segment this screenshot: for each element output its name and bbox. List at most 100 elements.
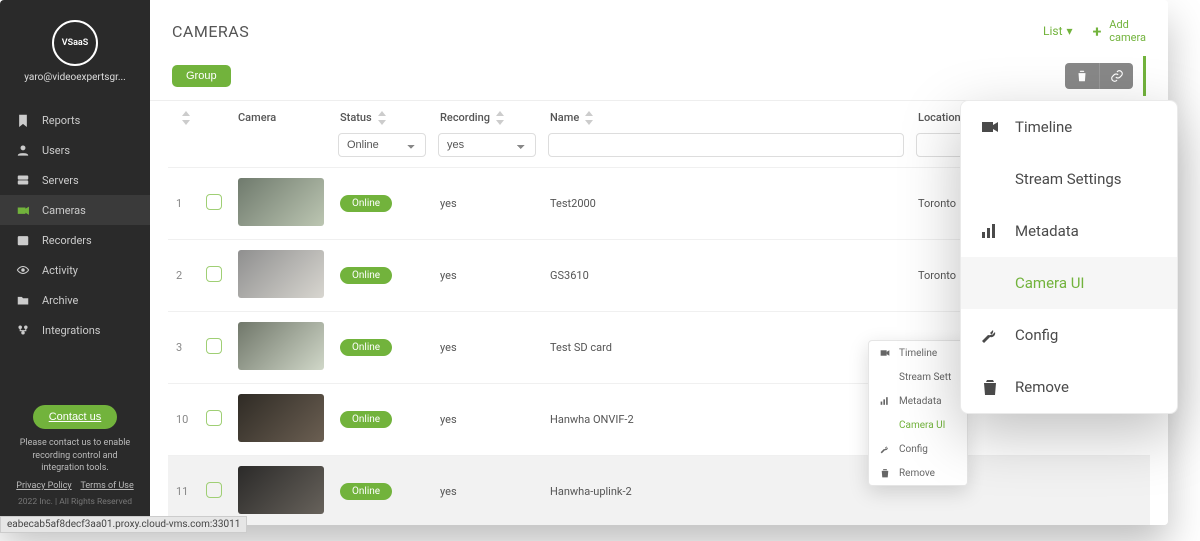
col-recording: Recording (440, 111, 490, 124)
toolbar: Group (150, 56, 1168, 101)
col-location: Location (918, 111, 961, 124)
sort-index[interactable] (182, 111, 190, 125)
status-badge: Online (340, 267, 392, 284)
recorder-icon (16, 233, 30, 247)
cell-recording: yes (432, 168, 542, 240)
row-index: 3 (168, 312, 198, 384)
brand-logo: VSaaS (52, 20, 98, 66)
logo-block: VSaaS yaro@videoexpertsgr... (0, 0, 150, 93)
sidebar-item-label: Servers (42, 174, 79, 187)
sidebar-item-cameras[interactable]: Cameras (0, 195, 150, 225)
filter-recording[interactable]: yes (438, 133, 536, 157)
gear-icon (879, 371, 891, 383)
context-item-remove[interactable]: Remove (961, 361, 1177, 413)
copyright: 2022 Inc. | All Rights Reserved (12, 497, 138, 507)
sidebar: VSaaS yaro@videoexpertsgr... Reports User… (0, 0, 150, 525)
terms-link[interactable]: Terms of Use (80, 481, 133, 491)
context-item-metadata[interactable]: Metadata (869, 389, 967, 413)
cell-name: Hanwha ONVIF-2 (542, 384, 910, 456)
folder-icon (16, 293, 30, 307)
sort-recording[interactable] (496, 111, 504, 125)
sidebar-item-label: Users (42, 144, 70, 157)
privacy-link[interactable]: Privacy Policy (16, 481, 71, 491)
filter-name[interactable] (548, 133, 904, 157)
status-badge: Online (340, 483, 392, 500)
video-icon (879, 347, 891, 359)
camera-thumbnail[interactable] (238, 178, 324, 226)
camera-thumbnail[interactable] (238, 322, 324, 370)
row-checkbox[interactable] (206, 338, 222, 354)
server-icon (16, 173, 30, 187)
camera-icon (16, 203, 30, 217)
sidebar-item-users[interactable]: Users (0, 135, 150, 165)
status-badge: Online (340, 195, 392, 212)
cell-name: GS3610 (542, 240, 910, 312)
add-camera-button[interactable]: + Add camera (1093, 18, 1146, 44)
row-checkbox[interactable] (206, 194, 222, 210)
bulk-link-button[interactable] (1099, 63, 1133, 89)
sidebar-footer: Contact us Please contact us to enable r… (0, 395, 150, 525)
row-checkbox[interactable] (206, 410, 222, 426)
cell-name: Test2000 (542, 168, 910, 240)
filter-status[interactable]: Online (338, 133, 426, 157)
group-button[interactable]: Group (172, 65, 231, 87)
sidebar-item-recorders[interactable]: Recorders (0, 225, 150, 255)
wrench-icon (979, 324, 1001, 346)
sidebar-item-label: Activity (42, 264, 78, 277)
view-list-button[interactable]: List ▾ (1043, 24, 1073, 38)
sidebar-item-integrations[interactable]: Integrations (0, 315, 150, 345)
col-status: Status (340, 111, 372, 124)
squares-icon (979, 272, 1001, 294)
cell-recording: yes (432, 240, 542, 312)
trash-icon (979, 376, 1001, 398)
camera-thumbnail[interactable] (238, 466, 324, 514)
sort-status[interactable] (378, 111, 386, 125)
col-camera: Camera (238, 111, 276, 124)
col-name: Name (550, 111, 579, 124)
status-badge: Online (340, 411, 392, 428)
cell-group (1020, 456, 1150, 525)
row-index: 2 (168, 240, 198, 312)
user-email: yaro@videoexpertsgr... (10, 72, 140, 83)
chevron-down-icon: ▾ (1067, 24, 1073, 38)
context-item-timeline[interactable]: Timeline (961, 101, 1177, 153)
camera-thumbnail[interactable] (238, 250, 324, 298)
sidebar-item-activity[interactable]: Activity (0, 255, 150, 285)
context-item-metadata[interactable]: Metadata (961, 205, 1177, 257)
wrench-icon (879, 443, 891, 455)
sort-name[interactable] (585, 111, 593, 125)
bulk-delete-button[interactable] (1065, 63, 1099, 89)
browser-status-text: eabecab5af8decf3aa01.proxy.cloud-vms.com… (0, 516, 247, 533)
context-item-camera-ui[interactable]: Camera UI (869, 413, 967, 437)
sidebar-item-label: Integrations (42, 324, 100, 337)
contact-us-button[interactable]: Contact us (33, 405, 118, 429)
integrations-icon (16, 323, 30, 337)
context-item-camera-ui[interactable]: Camera UI (961, 257, 1177, 309)
context-item-stream-sett[interactable]: Stream Sett (869, 365, 967, 389)
plus-icon: + (1093, 22, 1102, 41)
table-row[interactable]: 11 Online yes Hanwha-uplink-2 (168, 456, 1150, 525)
sidebar-item-label: Reports (42, 114, 80, 127)
video-icon (979, 116, 1001, 138)
sidebar-item-reports[interactable]: Reports (0, 105, 150, 135)
bookmark-icon (16, 113, 30, 127)
context-item-remove[interactable]: Remove (869, 461, 967, 485)
squares-icon (879, 419, 891, 431)
cell-recording: yes (432, 456, 542, 525)
fine-print: Please contact us to enable recording co… (12, 437, 138, 475)
eye-icon (16, 263, 30, 277)
sidebar-item-archive[interactable]: Archive (0, 285, 150, 315)
context-item-config[interactable]: Config (961, 309, 1177, 361)
context-item-stream-settings[interactable]: Stream Settings (961, 153, 1177, 205)
cell-name: Test SD card (542, 312, 910, 384)
context-item-config[interactable]: Config (869, 437, 967, 461)
bars-icon (879, 395, 891, 407)
sidebar-item-servers[interactable]: Servers (0, 165, 150, 195)
row-checkbox[interactable] (206, 266, 222, 282)
cell-name: Hanwha-uplink-2 (542, 456, 910, 525)
sidebar-nav: Reports Users Servers CamerasRecorders Activ… (0, 105, 150, 345)
page-title: CAMERAS (172, 22, 249, 41)
row-checkbox[interactable] (206, 482, 222, 498)
context-item-timeline[interactable]: Timeline (869, 341, 967, 365)
camera-thumbnail[interactable] (238, 394, 324, 442)
